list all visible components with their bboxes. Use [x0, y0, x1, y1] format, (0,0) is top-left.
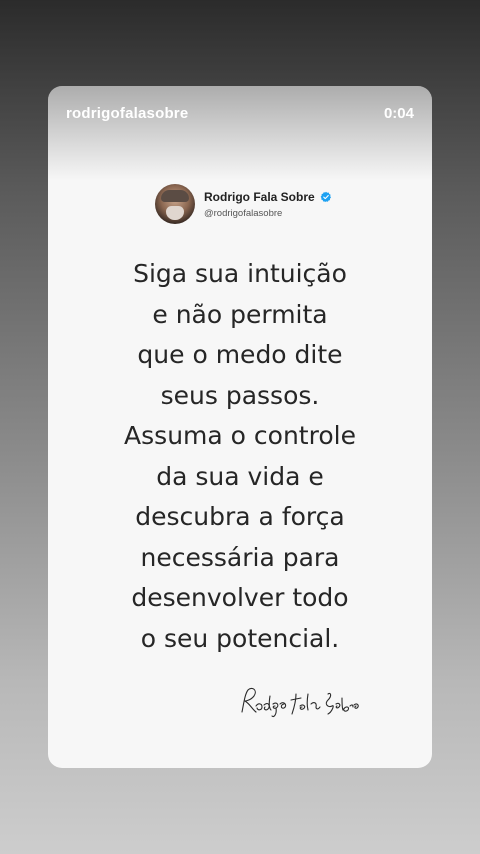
- quote-line: o seu potencial.: [140, 623, 340, 653]
- quote-line: seus passos.: [160, 380, 320, 410]
- quote-line: e não permita: [152, 299, 328, 329]
- profile-name-row: Rodrigo Fala Sobre: [204, 190, 332, 204]
- quote-line: que o medo dite: [137, 340, 343, 369]
- quote-text: Siga sua intuição e não permita que o me…: [48, 254, 432, 659]
- avatar: [155, 184, 195, 224]
- quote-line: desenvolver todo: [131, 583, 349, 612]
- story-card[interactable]: rodrigofalasobre 0:04 Rodrigo Fala Sobre…: [48, 86, 432, 768]
- quote-line: Siga sua intuição: [133, 259, 347, 288]
- profile-name: Rodrigo Fala Sobre: [204, 189, 315, 204]
- story-username[interactable]: rodrigofalasobre: [66, 105, 188, 122]
- profile-header: Rodrigo Fala Sobre @rodrigofalasobre: [155, 183, 332, 225]
- story-timer: 0:04: [383, 105, 414, 122]
- quote-line: necessária para: [140, 542, 340, 572]
- profile-handle: @rodrigofalasobre: [204, 207, 283, 219]
- verified-badge-icon: [320, 191, 331, 202]
- quote-line: da sua vida e: [156, 461, 324, 491]
- profile-text: Rodrigo Fala Sobre @rodrigofalasobre: [204, 190, 332, 219]
- top-gradient: [48, 86, 432, 181]
- handwritten-signature: [241, 687, 359, 718]
- quote-line: Assuma o controle: [124, 421, 356, 450]
- quote-line: descubra a força: [135, 502, 345, 531]
